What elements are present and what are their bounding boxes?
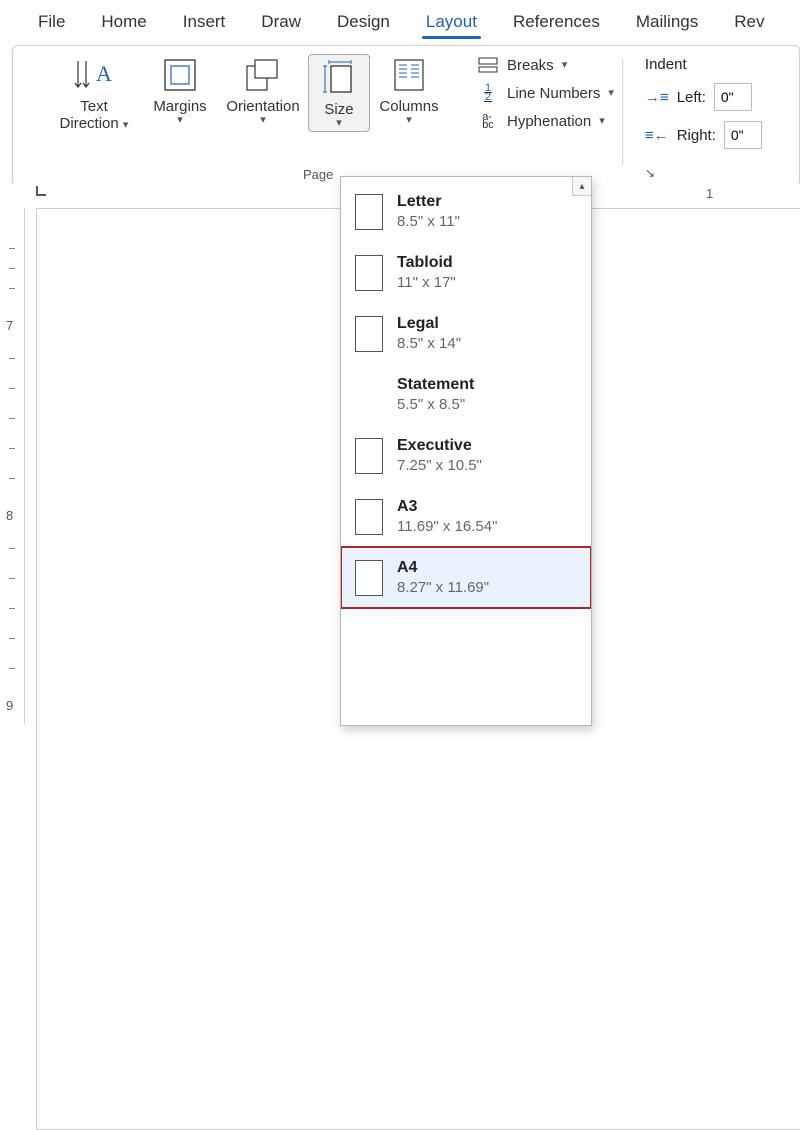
size-name: Letter [397,193,460,211]
size-option-tabloid[interactable]: Tabloid 11" x 17" [341,242,591,303]
chevron-down-icon: ▾ [123,119,129,131]
size-option-a4[interactable]: A4 8.27" x 11.69" [341,547,591,608]
svg-text:A: A [96,61,112,86]
chevron-down-icon: ▾ [406,113,412,126]
size-option-legal[interactable]: Legal 8.5" x 14" [341,303,591,364]
size-name: Legal [397,315,461,333]
line-numbers-icon: 12 [477,84,499,102]
size-name: Executive [397,437,482,455]
line-numbers-button[interactable]: 12 Line Numbers ▾ [477,84,614,102]
indent-right-label: Right: [677,127,716,144]
vertical-ruler[interactable]: 7 8 9 [0,208,25,724]
size-name: A4 [397,559,489,577]
ruler-tick-1: 1 [706,186,713,201]
size-dims: 7.25" x 10.5" [397,457,482,474]
chevron-down-icon: ▾ [336,116,342,129]
size-dropdown-menu: ▴ Letter 8.5" x 11" Tabloid 11" x 17" Le… [340,176,592,726]
size-icon [321,59,357,97]
tab-references[interactable]: References [495,4,618,42]
indent-right-input[interactable] [724,121,762,149]
tab-design[interactable]: Design [319,4,408,42]
indent-right-icon: ≡← [645,127,669,144]
tab-draw[interactable]: Draw [243,4,319,42]
group-page-setup-right: Breaks ▾ 12 Line Numbers ▾ a-bc Hyphenat… [467,54,614,184]
indent-title: Indent [645,56,762,73]
size-dims: 8.27" x 11.69" [397,579,489,596]
size-option-a3[interactable]: A3 11.69" x 16.54" [341,486,591,547]
paper-icon [355,316,383,352]
tab-file[interactable]: File [20,4,83,42]
indent-left-label: Left: [677,89,706,106]
hyphenation-button[interactable]: a-bc Hyphenation ▾ [477,112,614,130]
tab-review[interactable]: Rev [716,4,782,42]
orientation-icon [245,56,281,94]
size-dims: 8.5" x 14" [397,335,461,352]
size-option-statement[interactable]: Statement 5.5" x 8.5" [341,364,591,425]
columns-icon [393,56,425,94]
breaks-icon [477,56,499,74]
page-setup-group-label: Page [303,167,333,182]
paper-icon [355,194,383,230]
text-direction-button[interactable]: A Text Text DirectionDirection ▾ [46,54,142,132]
group-separator [622,58,623,166]
breaks-button[interactable]: Breaks ▾ [477,56,614,74]
paper-icon [355,560,383,596]
chevron-down-icon: ▾ [562,58,568,71]
size-button[interactable]: Size ▾ [308,54,370,132]
hyphenation-label: Hyphenation [507,113,591,130]
tab-stop-marker[interactable] [36,186,46,196]
chevron-down-icon: ▾ [608,86,614,99]
text-direction-label-1: Text [80,98,108,115]
columns-button[interactable]: Columns ▾ [370,54,448,126]
chevron-down-icon: ▾ [599,114,605,127]
margins-icon [163,56,197,94]
paper-icon [355,438,383,474]
size-dims: 5.5" x 8.5" [397,396,474,413]
group-page-setup: A Text Text DirectionDirection ▾ Margins… [27,54,467,184]
size-dims: 11" x 17" [397,274,456,291]
indent-left-icon: →≡ [645,89,669,106]
page-setup-launcher[interactable]: ↘ [645,166,655,180]
tab-home[interactable]: Home [83,4,164,42]
tab-layout[interactable]: Layout [408,4,495,42]
scroll-up-button[interactable]: ▴ [572,177,591,196]
breaks-label: Breaks [507,57,554,74]
hyphenation-icon: a-bc [477,112,499,130]
chevron-down-icon: ▾ [177,113,183,126]
ruler-tick-7: 7 [6,318,13,333]
size-name: Statement [397,376,474,394]
tab-mailings[interactable]: Mailings [618,4,716,42]
paper-icon [355,255,383,291]
ruler-tick-9: 9 [6,698,13,713]
size-option-letter[interactable]: Letter 8.5" x 11" [341,181,591,242]
size-name: A3 [397,498,497,516]
size-dims: 8.5" x 11" [397,213,460,230]
margins-button[interactable]: Margins ▾ [142,54,218,126]
paper-icon [355,377,383,413]
paper-icon [355,499,383,535]
ruler-tick-8: 8 [6,508,13,523]
indent-left-input[interactable] [714,83,752,111]
orientation-button[interactable]: Orientation ▾ [218,54,308,126]
chevron-down-icon: ▾ [260,113,266,126]
size-dims: 11.69" x 16.54" [397,518,497,535]
size-name: Tabloid [397,254,456,272]
ribbon-tabs: File Home Insert Draw Design Layout Refe… [0,0,800,43]
tab-insert[interactable]: Insert [165,4,244,42]
line-numbers-label: Line Numbers [507,85,600,102]
size-option-executive[interactable]: Executive 7.25" x 10.5" [341,425,591,486]
text-direction-icon: A [72,56,116,94]
ribbon-layout: A Text Text DirectionDirection ▾ Margins… [12,45,800,187]
group-indent: Indent →≡ Left: ≡← Right: [631,54,762,184]
